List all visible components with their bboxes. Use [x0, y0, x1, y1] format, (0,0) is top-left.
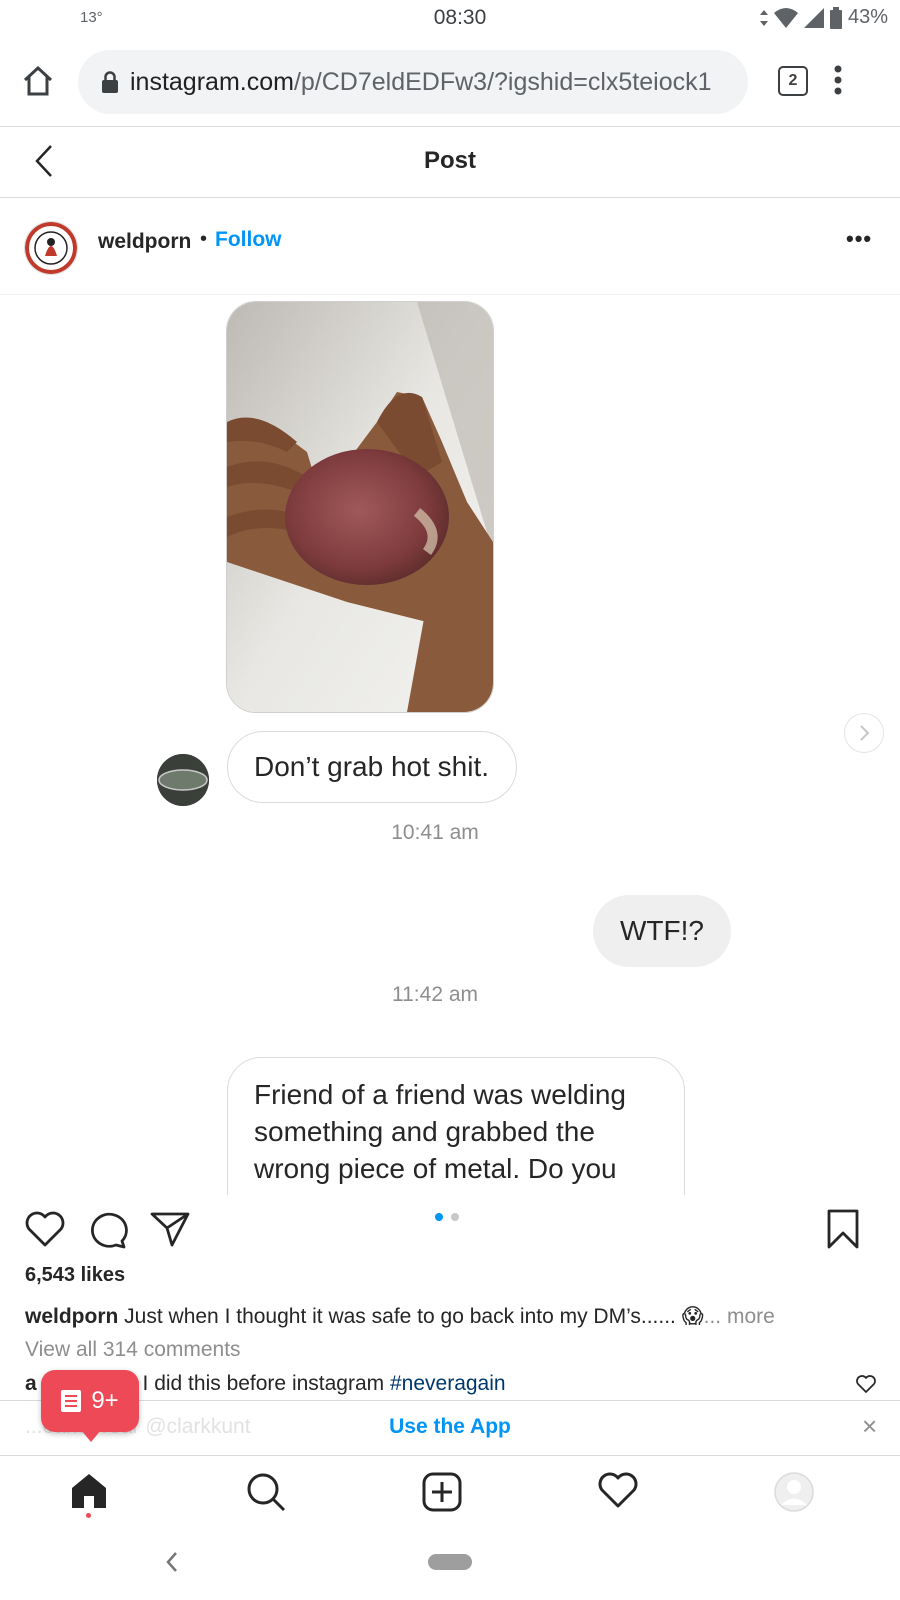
badge-tail — [81, 1430, 101, 1442]
message-timestamp: 11:42 am — [392, 983, 478, 1006]
follow-button[interactable]: Follow — [215, 228, 282, 252]
land-rover-badge-icon — [157, 754, 209, 806]
status-bar: 08:30 13° 43% — [0, 0, 900, 40]
carousel-indicator — [435, 1213, 459, 1221]
likes-count[interactable]: 6,543 likes — [25, 1264, 125, 1287]
carousel-next-button[interactable] — [844, 713, 884, 753]
comment-text: I did this before instagram — [136, 1372, 390, 1395]
close-icon[interactable]: × — [862, 1411, 877, 1442]
post-author-row: weldporn • Follow ••• — [0, 198, 900, 295]
system-home-pill[interactable] — [428, 1554, 472, 1570]
home-icon[interactable] — [22, 66, 54, 96]
profile-nav-icon[interactable] — [774, 1472, 814, 1512]
more-options-icon[interactable]: ••• — [846, 226, 872, 252]
browser-toolbar: instagram.com/p/CD7eldEDFw3/?igshid=clx5… — [0, 40, 900, 127]
view-all-comments-link[interactable]: View all 314 comments — [25, 1338, 241, 1362]
url-host: instagram.com — [130, 67, 294, 96]
search-nav-icon[interactable] — [246, 1472, 286, 1512]
chevron-right-icon — [860, 725, 870, 741]
comment-list-icon — [61, 1390, 82, 1412]
comment-username[interactable]: a — [25, 1372, 37, 1395]
wifi-icon — [773, 7, 798, 28]
carousel-dot-active — [435, 1213, 443, 1221]
system-back-icon[interactable] — [166, 1551, 178, 1573]
post-caption: weldporn Just when I thought it was safe… — [25, 1304, 885, 1329]
comment-icon[interactable] — [88, 1211, 128, 1249]
post-actions — [0, 1195, 900, 1255]
browser-menu-icon[interactable] — [834, 65, 842, 95]
bottom-navigation — [0, 1455, 900, 1526]
signal-icon — [803, 7, 824, 28]
message-line: something and grabbed the — [254, 1116, 595, 1147]
comment-like-heart-icon[interactable] — [856, 1375, 876, 1393]
notification-badge[interactable]: 9+ — [41, 1370, 139, 1442]
tab-switcher-button[interactable]: 2 — [778, 66, 808, 96]
url-path: /p/CD7eldEDFw3/?igshid=clx5teiock1 — [293, 67, 712, 96]
like-heart-icon[interactable] — [25, 1211, 65, 1247]
caption-emoji: 😱 — [681, 1305, 704, 1328]
message-bubble-incoming: Friend of a friend was welding something… — [227, 1057, 685, 1195]
message-bubble-incoming: Don’t grab hot shit. — [227, 731, 517, 803]
message-timestamp: 10:41 am — [391, 821, 479, 844]
author-avatar[interactable] — [24, 221, 78, 275]
message-line: Friend of a friend was welding — [254, 1079, 626, 1110]
post-header: Post — [0, 127, 900, 198]
message-bubble-outgoing: WTF!? — [593, 895, 731, 967]
share-icon[interactable] — [150, 1211, 190, 1247]
caption-more-link[interactable]: ... more — [704, 1305, 775, 1328]
caption-username[interactable]: weldporn — [25, 1305, 118, 1328]
separator-dot: • — [200, 228, 208, 250]
lock-icon — [102, 71, 118, 93]
temperature: 13° — [80, 9, 103, 26]
battery-icon — [829, 6, 842, 29]
carousel-dot — [451, 1213, 459, 1221]
battery-percent: 43% — [847, 6, 888, 28]
post-media[interactable]: Don’t grab hot shit. 10:41 am WTF!? 11:4… — [0, 295, 900, 1195]
weldporn-logo-icon — [25, 222, 77, 274]
message-line: wrong piece of metal. Do you — [254, 1153, 617, 1184]
notification-count: 9+ — [91, 1387, 119, 1414]
tab-count: 2 — [788, 72, 798, 89]
url-text: instagram.com/p/CD7eldEDFw3/?igshid=clx5… — [130, 68, 712, 97]
activity-heart-nav-icon[interactable] — [598, 1472, 638, 1508]
caption-text: Just when I thought it was safe to go ba… — [118, 1305, 682, 1328]
home-activity-dot — [86, 1513, 91, 1518]
status-icons: 43% — [759, 6, 888, 29]
address-bar[interactable]: instagram.com/p/CD7eldEDFw3/?igshid=clx5… — [78, 50, 748, 114]
page-title: Post — [423, 147, 476, 174]
new-post-nav-icon[interactable] — [422, 1472, 462, 1512]
home-nav-icon[interactable] — [70, 1472, 108, 1510]
sender-avatar — [157, 754, 209, 806]
message-text: WTF!? — [620, 915, 704, 946]
bookmark-icon[interactable] — [826, 1209, 860, 1249]
message-text: Don’t grab hot shit. — [254, 751, 490, 782]
author-username[interactable]: weldporn — [98, 230, 191, 254]
data-arrows-icon — [759, 9, 768, 26]
hand-photo-image — [227, 302, 493, 712]
system-navigation — [0, 1525, 900, 1600]
burned-hand-photo — [226, 301, 494, 713]
comment-hashtag[interactable]: #neveragain — [390, 1372, 506, 1395]
